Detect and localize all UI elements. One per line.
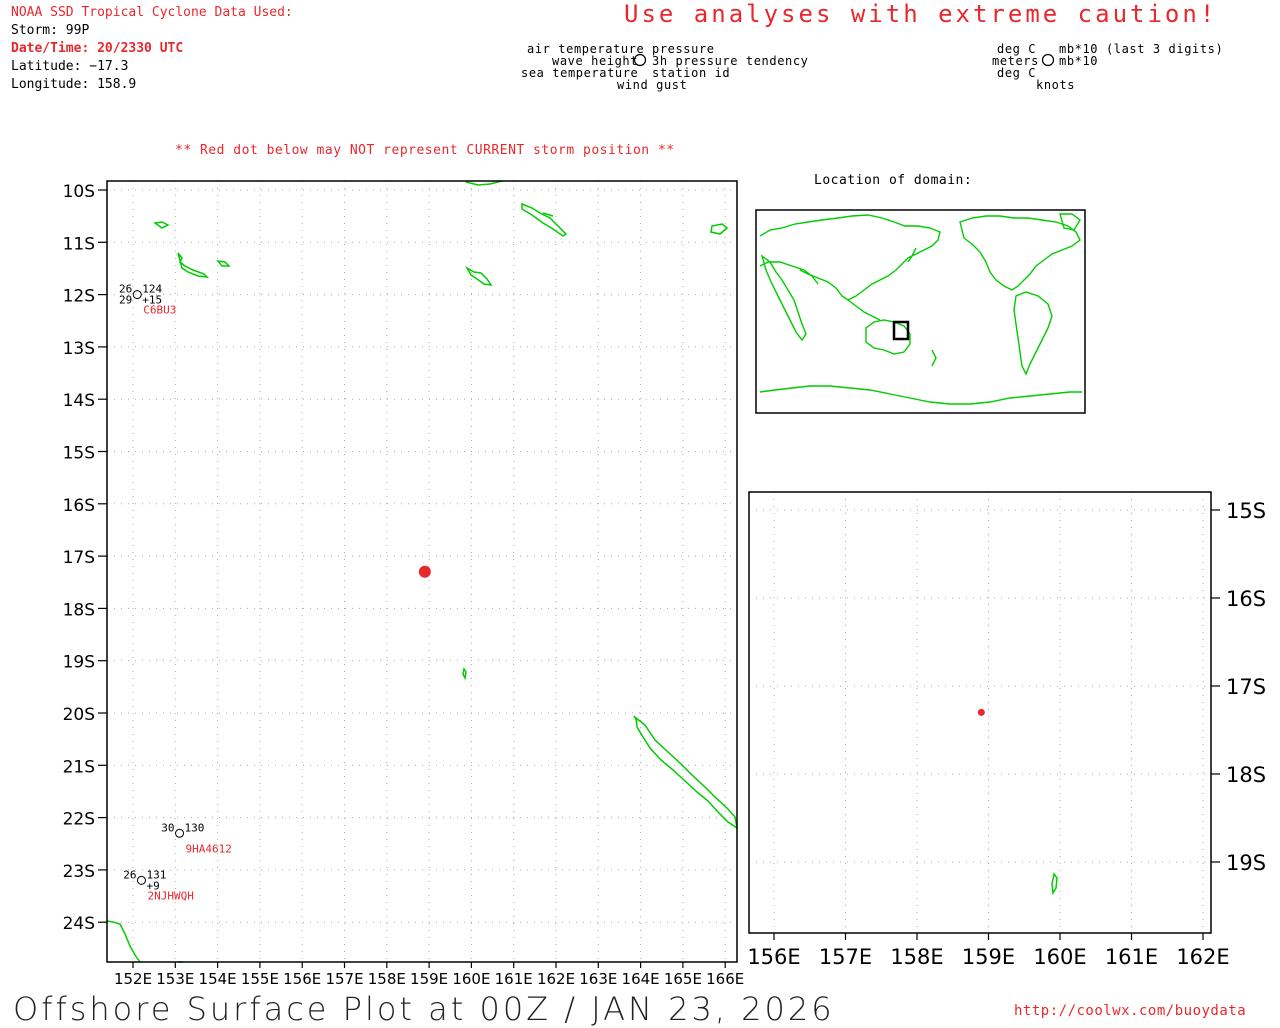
zoom-map: 15S 16S 17S 18S 19S 156E 157E 158E 159E 160E 161E…	[747, 491, 1266, 969]
lon-tick-label: 156E	[283, 970, 321, 988]
lat-tick-label: 11S	[63, 234, 95, 254]
lon-tick-label: 153E	[156, 970, 194, 988]
station-pressure: 130	[185, 821, 205, 834]
lon-tick-label: 157E	[325, 970, 363, 988]
zoom-lon-tick-label: 157E	[819, 945, 872, 969]
plot-title: Offshore Surface Plot at 00Z / JAN 23, 2…	[13, 990, 835, 1028]
main-map: 10S 11S 12S 13S 14S 15S 16S 17S 18S 19S 20S 21S 22S 2…	[63, 180, 744, 988]
station-id: 9HA4612	[186, 842, 232, 855]
station-sea-temp: 29	[119, 294, 132, 307]
map-canvas: 10S 11S 12S 13S 14S 15S 16S 17S 18S 19S 20S 21S 22S 2…	[63, 53, 1266, 988]
lat-tick-label: 16S	[63, 496, 95, 516]
inset-world-map	[755, 209, 1086, 414]
zoom-lon-tick-label: 160E	[1033, 945, 1086, 969]
lon-tick-label: 160E	[452, 970, 490, 988]
lat-tick-label: 17S	[63, 548, 95, 568]
lon-tick-label: 161E	[495, 970, 533, 988]
station-plot[interactable]: 26 12429 +15C6BU3	[119, 283, 176, 317]
zoom-lon-tick-label: 161E	[1105, 945, 1158, 969]
legend-station-circle	[633, 53, 647, 67]
lon-tick-label: 154E	[199, 970, 237, 988]
station-circle	[132, 290, 142, 300]
zoom-lat-tick-label: 19S	[1226, 851, 1266, 875]
zoom-lon-tick-label: 158E	[890, 945, 943, 969]
station-plot[interactable]: 26 131+92NJHWQH	[123, 868, 194, 902]
station-circle	[175, 828, 185, 838]
zoom-lat-tick-label: 15S	[1226, 499, 1266, 523]
station-id: 2NJHWQH	[147, 889, 193, 902]
inset-frame	[755, 209, 1086, 414]
storm-position-marker	[418, 565, 431, 578]
lat-tick-label: 14S	[63, 391, 95, 411]
lon-tick-label: 158E	[368, 970, 406, 988]
zoom-storm-position-marker	[977, 708, 985, 716]
station-plot[interactable]: 30 130 9HA4612	[161, 821, 232, 855]
lat-tick-label: 22S	[63, 810, 95, 830]
lat-tick-label: 12S	[63, 287, 95, 307]
lon-tick-label: 152E	[114, 970, 152, 988]
source-url-link[interactable]: http://coolwx.com/buoydata	[1014, 1003, 1246, 1019]
lat-tick-label: 23S	[63, 862, 95, 882]
lat-tick-label: 21S	[63, 757, 95, 777]
legend-units-circle	[1041, 53, 1055, 67]
lon-tick-label: 159E	[410, 970, 448, 988]
station-id: C6BU3	[143, 304, 176, 317]
lon-tick-label: 155E	[241, 970, 279, 988]
lat-tick-label: 10S	[63, 182, 95, 202]
lon-tick-label: 162E	[537, 970, 575, 988]
lon-tick-label: 165E	[664, 970, 702, 988]
lon-tick-label: 163E	[579, 970, 617, 988]
lat-tick-label: 15S	[63, 444, 95, 464]
zoom-lon-tick-label: 159E	[962, 945, 1015, 969]
station-air-temp: 26	[123, 868, 136, 881]
zoom-map-coastlines	[1051, 872, 1058, 896]
lat-tick-label: 18S	[63, 600, 95, 620]
lat-tick-label: 20S	[63, 705, 95, 725]
zoom-lat-tick-label: 18S	[1226, 763, 1266, 787]
station-air-temp: 30	[161, 821, 174, 834]
lat-tick-label: 24S	[63, 914, 95, 934]
lon-tick-label: 164E	[622, 970, 660, 988]
station-circle	[136, 875, 146, 885]
zoom-lat-tick-label: 16S	[1226, 587, 1266, 611]
inset-world-coastlines	[759, 213, 1082, 405]
lat-tick-label: 19S	[63, 653, 95, 673]
zoom-lat-tick-label: 17S	[1226, 675, 1266, 699]
zoom-lon-tick-label: 162E	[1176, 945, 1229, 969]
lat-tick-label: 13S	[63, 339, 95, 359]
zoom-lon-tick-label: 156E	[747, 945, 800, 969]
lon-tick-label: 166E	[706, 970, 744, 988]
